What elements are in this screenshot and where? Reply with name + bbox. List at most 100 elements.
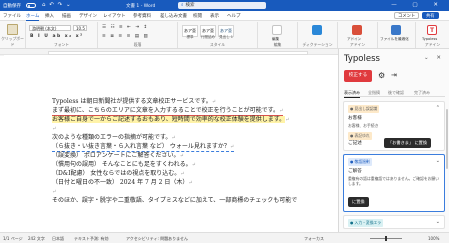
issue-card-4[interactable]: ● 入力・変換エラ ⌄ [343, 215, 445, 229]
status-bar: 1/1 ページ 242 文字 日本語 テキスト予測: 有効 アクセシビリティ: … [0, 232, 449, 243]
paste-icon[interactable] [7, 24, 18, 35]
autosave-label: 自動保存 [3, 4, 21, 9]
document-body[interactable]: Typoless は朝日新聞社が提供する文章校正サービスです。↵ まず最初に、こ… [0, 56, 338, 231]
styles-group-label: スタイル [209, 42, 226, 47]
status-text-prediction[interactable]: テキスト予測: 有効 [74, 236, 109, 242]
chevron-down-icon[interactable]: ⌄ [436, 219, 440, 225]
tab-done[interactable]: 完了済み [414, 90, 430, 96]
gear-icon[interactable]: ⚙ [378, 71, 385, 80]
focus-mode[interactable]: フォーカス [304, 236, 324, 242]
issue-card-selected[interactable]: ● 敬語過剰 ⌄ ご解答 重複有の語は重複語ではありません。ご確認をお願いします… [343, 154, 445, 212]
tab-later[interactable]: 後で確認 [388, 90, 404, 96]
issue-category-4: ● 入力・変換エラ [348, 219, 384, 227]
doc-line-12[interactable]: そのほか、誤字・脱字や二重敬語、タイプミスなどに加えて、一部商標のチェックも可能… [52, 197, 297, 205]
status-page[interactable]: 1/1 ページ [3, 236, 23, 242]
tab-design[interactable]: デザイン [79, 13, 97, 19]
style-heading-1[interactable]: あア亜 見出し 1 [218, 25, 234, 39]
editing-icon[interactable] [272, 25, 282, 35]
window-controls[interactable]: — ▢ ✕ [391, 2, 445, 8]
doc-line-10[interactable]: （日付と曜日の不一致） 2024 年 7 月 2 日（木）↵ [52, 179, 193, 187]
list-buttons[interactable]: ☰ ☷ ≡ ⇤ ⇥ ↕ [102, 25, 149, 30]
optimize-file-icon[interactable] [391, 25, 401, 35]
search-placeholder: 検索 [185, 3, 195, 8]
tab-layout[interactable]: レイアウト [103, 13, 126, 19]
clipboard-group-label: クリップボード [1, 36, 24, 47]
doc-line-1[interactable]: Typoless は朝日新聞社が提供する文章校正サービスです。↵ [52, 98, 216, 106]
suggestion-button[interactable]: 「お書きま」 に置換 [384, 138, 432, 148]
issue-original-3: ご解答 [348, 169, 362, 174]
share-button[interactable]: 共有 [422, 12, 439, 19]
tab-draw[interactable]: 描画 [62, 13, 71, 19]
doc-line-2[interactable]: まず最初に、こちらのエリアに文章を入力するることで校正を行うことが可能です。↵ [52, 107, 284, 116]
microphone-icon[interactable] [312, 25, 322, 35]
status-accessibility[interactable]: アクセシビリティ: 問題ありません [126, 236, 188, 242]
font-size-select[interactable]: 10.5 [73, 25, 87, 31]
tab-home[interactable]: ホーム [26, 13, 40, 21]
chevron-down-icon[interactable]: ⌄ [436, 158, 440, 164]
autosave-toggle[interactable] [26, 3, 36, 8]
font-name-select[interactable]: 游明朝 (本文) [29, 25, 71, 31]
zoom-level[interactable]: 100% [428, 236, 439, 241]
styles-group: あア亜 標準 あア亜 行間詰め あア亜 見出し 1 スタイル [178, 22, 258, 48]
panel-controls[interactable]: ⌄ ✕ [424, 55, 444, 61]
editing-group: 編集 編集 [258, 22, 298, 48]
font-group-label: フォント [53, 42, 70, 47]
font-format-buttons[interactable]: B I U ab x₂ x² [30, 34, 84, 39]
tab-review[interactable]: 校閲 [193, 13, 202, 19]
tab-file[interactable]: ファイル [3, 13, 21, 19]
issue-category-3: ● 敬語過剰 [348, 158, 372, 166]
issue-category: ● 見出し誤認識 [348, 105, 380, 113]
doc-line-9[interactable]: （D&I配慮） 女性ならではの視点を取り込む。↵ [52, 170, 184, 178]
style-no-spacing[interactable]: あア亜 行間詰め [200, 25, 216, 39]
addins-group-label: アドイン [349, 42, 366, 47]
doc-line-3[interactable]: お客様ご自身で一からご記述するおもあり、短時間で効率的な校正体験を提供します。↵ [52, 116, 289, 124]
document-title: 文書 1 - Word [126, 4, 156, 9]
search-icon: ⌕ [181, 3, 184, 8]
typoless-icon[interactable]: T [427, 25, 437, 35]
typoless-group: T Typoless アドイン [416, 22, 449, 48]
doc-line-11[interactable]: ↵ [52, 188, 56, 196]
tab-mailings[interactable]: 差し込み文書 [160, 13, 187, 19]
addins-group: アドイン アドイン [338, 22, 378, 48]
tab-all[interactable]: 全指摘 [368, 90, 380, 96]
panel-title: Typoless [344, 54, 380, 64]
clipboard-group: クリップボード [0, 22, 26, 48]
tab-help[interactable]: ヘルプ [227, 13, 241, 19]
issue-original-2: ご記述 [348, 141, 362, 146]
tab-insert[interactable]: 挿入 [45, 13, 54, 19]
quick-access-toolbar[interactable]: ⌂ ↶ ↷ ⌄ [42, 2, 72, 8]
chevron-up-icon[interactable]: ⌃ [436, 105, 440, 111]
style-normal[interactable]: あア亜 標準 [182, 25, 198, 39]
optimize-file-label: ファイルを最適化 [380, 37, 409, 41]
addins-icon[interactable] [352, 25, 362, 35]
issue-desc-3: 重複有の語は重複語ではありません。ご確認をお願いします。 [348, 176, 440, 186]
status-words[interactable]: 242 文字 [28, 236, 45, 242]
issue-category-2: ● 表記ゆれ [348, 132, 372, 140]
tab-references[interactable]: 参考資料 [133, 13, 151, 19]
doc-line-4[interactable]: ↵ [52, 125, 56, 133]
panel-scrollbar[interactable] [446, 109, 448, 169]
doc-line-5[interactable]: 次のような種類のエラーの指摘が可能です。↵ [52, 134, 176, 142]
align-buttons[interactable]: ≡ ≣ ≡ ≡ ▤ ▥ [102, 34, 149, 39]
font-group: 游明朝 (本文) 10.5 B I U ab x₂ x² フォント [26, 22, 98, 48]
comments-button[interactable]: コメント [394, 12, 420, 19]
issue-card[interactable]: ● 見出し誤認識 ⌃ お客様 お客様、お手続き ● 表記ゆれ ご記述 「お書きま… [343, 101, 445, 151]
paragraph-group: ☰ ☷ ≡ ⇤ ⇥ ↕ ≡ ≣ ≡ ≡ ▤ ▥ 段落 [98, 22, 178, 48]
ribbon: クリップボード 游明朝 (本文) 10.5 B I U ab x₂ x² フォン… [0, 21, 449, 49]
tab-displayed[interactable]: 表示済み [344, 90, 360, 98]
suggestion-button-3[interactable]: に置換 [348, 197, 369, 207]
proofread-button[interactable]: 校正する [344, 70, 372, 82]
exit-icon[interactable]: ⇥ [391, 71, 397, 79]
typoless-label: Typoless [422, 37, 438, 41]
status-language[interactable]: 日本語 [52, 236, 64, 242]
search-input[interactable]: ⌕ 検索 [178, 2, 266, 9]
doc-line-7[interactable]: （誤変換） ポロアンケートにご解答ください。↵ [52, 152, 184, 160]
doc-line-8[interactable]: （慣用句の誤用） そんなことにも足をすくわれる。↵ [52, 161, 196, 169]
zoom-slider[interactable] [370, 236, 402, 241]
horizontal-ruler[interactable] [0, 49, 338, 55]
dictation-group: ディクテーション [298, 22, 338, 48]
editing-group-label: 編集 [273, 42, 282, 47]
doc-line-6[interactable]: （ら抜き・い抜き言葉・ら入れ言葉 など） ウォール見れますか？↵ [52, 143, 235, 152]
tab-view[interactable]: 表示 [210, 13, 219, 19]
dictation-group-label: ディクテーション [302, 42, 333, 47]
